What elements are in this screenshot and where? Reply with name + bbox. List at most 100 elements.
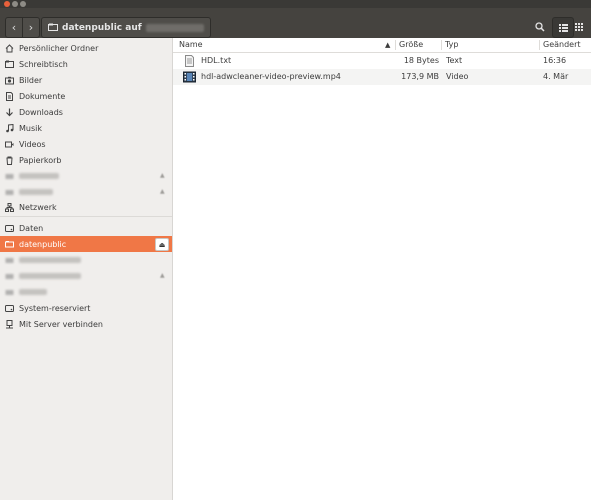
path-bar-button[interactable]: datenpublic auf	[41, 17, 211, 38]
sidebar-item-connect-server[interactable]: Mit Server verbinden	[0, 316, 172, 332]
maximize-window-button[interactable]	[20, 1, 26, 7]
file-name: hdl-adwcleaner-video-preview.mp4	[201, 72, 341, 81]
sidebar-item-videos[interactable]: Videos	[0, 136, 172, 152]
drive-icon	[5, 224, 14, 233]
grid-view-button[interactable]	[569, 17, 589, 36]
eject-button[interactable]: ⏏	[155, 238, 169, 251]
sidebar-item-downloads[interactable]: Downloads	[0, 104, 172, 120]
column-header-name[interactable]: Name	[179, 38, 203, 52]
drive-icon	[5, 256, 14, 265]
redacted-hostname	[145, 23, 204, 32]
home-icon	[5, 43, 14, 53]
music-icon	[5, 123, 14, 133]
sidebar-item-home[interactable]: Persönlicher Ordner	[0, 40, 172, 56]
list-view-icon	[558, 23, 568, 32]
network-folder-icon	[48, 23, 58, 31]
sidebar-item-redacted[interactable]	[0, 252, 172, 268]
redacted-label	[19, 189, 53, 195]
desktop-icon	[5, 60, 14, 69]
sidebar-item-daten[interactable]: Daten	[0, 220, 172, 236]
sidebar-item-system-reserved[interactable]: System-reserviert	[0, 300, 172, 316]
sidebar-item-redacted[interactable]: ▲	[0, 268, 172, 284]
network-icon	[5, 202, 14, 212]
forward-button[interactable]: ›	[22, 18, 39, 37]
sort-ascending-icon: ▲	[385, 41, 391, 49]
sidebar: Persönlicher Ordner Schreibtisch Bilder …	[0, 38, 173, 500]
download-icon	[5, 108, 14, 117]
server-icon	[5, 319, 14, 329]
eject-icon[interactable]: ▲	[160, 272, 166, 280]
file-modified: 4. Mär	[543, 72, 569, 81]
eject-icon: ⏏	[158, 240, 166, 249]
close-window-button[interactable]	[4, 1, 10, 7]
toolbar: ‹ › datenpublic auf	[0, 8, 591, 38]
sidebar-item-label: Daten	[19, 223, 44, 233]
table-row[interactable]: hdl-adwcleaner-video-preview.mp4 173,9 M…	[173, 69, 591, 85]
column-header-row: Name ▲ Größe Typ Geändert	[173, 38, 591, 53]
column-divider[interactable]	[441, 40, 442, 50]
redacted-label	[19, 257, 81, 263]
sidebar-item-label: datenpublic	[19, 239, 67, 249]
search-icon	[535, 21, 545, 32]
minimize-window-button[interactable]	[12, 1, 18, 7]
navigation-buttons: ‹ ›	[5, 17, 40, 38]
grid-view-icon	[575, 22, 583, 31]
redacted-label	[19, 173, 59, 179]
file-type: Text	[446, 56, 463, 65]
redacted-label	[19, 273, 81, 279]
sidebar-divider	[0, 216, 172, 217]
column-divider[interactable]	[539, 40, 540, 50]
text-file-icon	[185, 55, 194, 67]
table-row[interactable]: HDL.txt 18 Bytes Text 16:36	[173, 53, 591, 69]
chevron-left-icon: ‹	[11, 21, 17, 34]
sidebar-item-label: Netzwerk	[19, 202, 57, 212]
sidebar-item-redacted[interactable]: ▲	[0, 184, 172, 200]
sidebar-item-label: Schreibtisch	[19, 59, 68, 69]
sidebar-item-label: Papierkorb	[19, 155, 62, 165]
column-header-type[interactable]: Typ	[445, 38, 458, 52]
column-header-modified[interactable]: Geändert	[543, 38, 581, 52]
sidebar-item-trash[interactable]: Papierkorb	[0, 152, 172, 168]
sidebar-item-label: System-reserviert	[19, 303, 91, 313]
sidebar-item-desktop[interactable]: Schreibtisch	[0, 56, 172, 72]
search-button[interactable]	[530, 17, 550, 36]
sidebar-item-label: Videos	[19, 139, 46, 149]
drive-icon	[5, 188, 14, 197]
title-bar	[0, 0, 591, 8]
sidebar-item-label: Bilder	[19, 75, 43, 85]
drive-icon	[5, 304, 14, 313]
sidebar-item-label: Persönlicher Ordner	[19, 43, 99, 53]
video-icon	[5, 140, 14, 149]
eject-icon[interactable]: ▲	[160, 188, 166, 196]
sidebar-item-music[interactable]: Musik	[0, 120, 172, 136]
file-modified: 16:36	[543, 56, 567, 65]
network-folder-icon	[5, 240, 14, 249]
trash-icon	[5, 156, 14, 165]
eject-icon[interactable]: ▲	[160, 172, 166, 180]
file-name: HDL.txt	[201, 56, 232, 65]
video-file-icon	[183, 71, 196, 83]
sidebar-item-redacted[interactable]: ▲	[0, 168, 172, 184]
file-list: Name ▲ Größe Typ Geändert HDL.txt 18 Byt…	[173, 38, 591, 500]
sidebar-item-documents[interactable]: Dokumente	[0, 88, 172, 104]
sidebar-item-datenpublic[interactable]: datenpublic ⏏	[0, 236, 172, 252]
sidebar-item-pictures[interactable]: Bilder	[0, 72, 172, 88]
drive-icon	[5, 288, 14, 297]
back-button[interactable]: ‹	[6, 18, 22, 37]
column-header-size[interactable]: Größe	[399, 38, 423, 52]
column-divider[interactable]	[395, 40, 396, 50]
sidebar-item-label: Musik	[19, 123, 42, 133]
sidebar-item-network[interactable]: Netzwerk	[0, 199, 172, 215]
chevron-right-icon: ›	[28, 21, 34, 34]
file-size: 173,9 MB	[401, 72, 439, 81]
path-label: datenpublic auf	[62, 22, 142, 33]
sidebar-item-redacted[interactable]	[0, 284, 172, 300]
redacted-label	[19, 289, 47, 295]
camera-icon	[5, 76, 14, 85]
drive-icon	[5, 272, 14, 281]
document-icon	[5, 91, 14, 101]
sidebar-item-label: Downloads	[19, 107, 63, 117]
sidebar-item-label: Dokumente	[19, 91, 66, 101]
drive-icon	[5, 172, 14, 181]
file-type: Video	[446, 72, 469, 81]
